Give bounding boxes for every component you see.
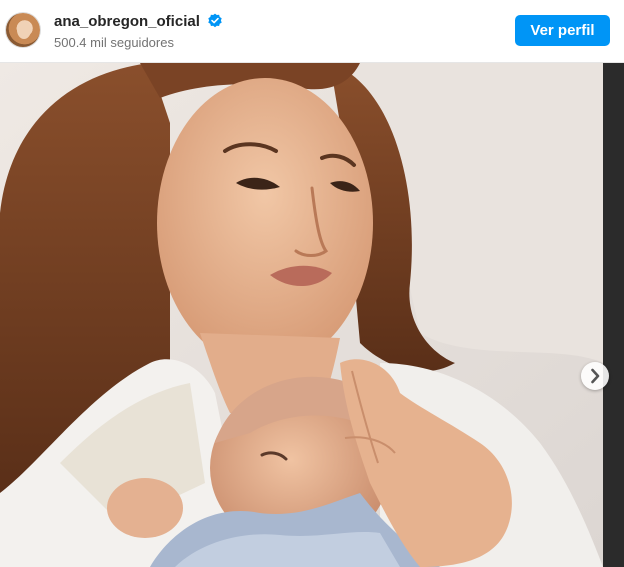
next-photo-button[interactable] [581, 362, 609, 390]
username-link[interactable]: ana_obregon_oficial [54, 13, 200, 30]
chevron-right-icon [591, 368, 600, 384]
carousel-edge [603, 63, 624, 567]
post-photo[interactable] [0, 63, 603, 567]
view-profile-button[interactable]: Ver perfil [515, 15, 610, 46]
verified-badge-icon [208, 13, 222, 28]
photo-illustration [0, 63, 603, 567]
follower-count: 500.4 mil seguidores [54, 35, 174, 50]
post-header: ana_obregon_oficial 500.4 mil seguidores… [0, 0, 624, 63]
profile-avatar[interactable] [6, 13, 40, 47]
avatar-face [17, 21, 31, 39]
